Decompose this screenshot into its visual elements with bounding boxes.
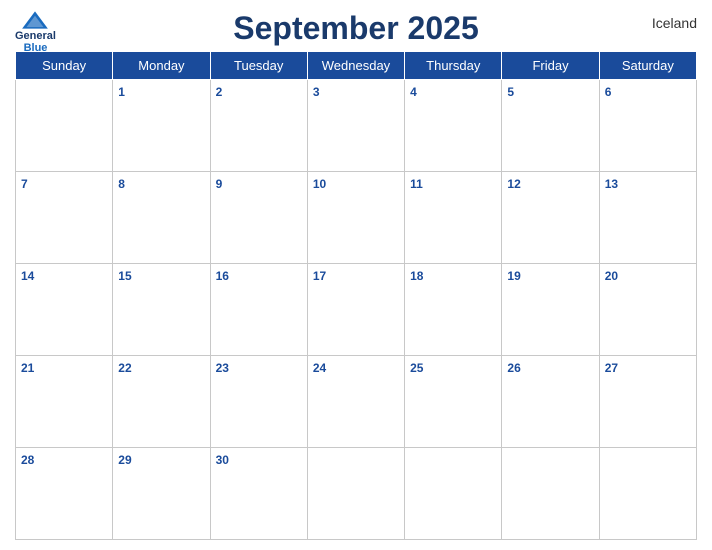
calendar-cell-w5-d4 xyxy=(405,448,502,540)
header-wednesday: Wednesday xyxy=(307,52,404,80)
calendar-cell-w5-d2: 30 xyxy=(210,448,307,540)
calendar-cell-w4-d4: 25 xyxy=(405,356,502,448)
calendar-cell-w2-d6: 13 xyxy=(599,172,696,264)
day-number-25: 25 xyxy=(410,361,423,375)
day-number-5: 5 xyxy=(507,85,514,99)
calendar-title: September 2025 xyxy=(233,10,478,47)
day-number-27: 27 xyxy=(605,361,618,375)
day-number-8: 8 xyxy=(118,177,125,191)
calendar-cell-w2-d2: 9 xyxy=(210,172,307,264)
day-number-14: 14 xyxy=(21,269,34,283)
calendar-cell-w3-d5: 19 xyxy=(502,264,599,356)
calendar-cell-w5-d5 xyxy=(502,448,599,540)
day-number-15: 15 xyxy=(118,269,131,283)
calendar-cell-w4-d3: 24 xyxy=(307,356,404,448)
calendar-cell-w1-d1: 1 xyxy=(113,80,210,172)
calendar-cell-w2-d4: 11 xyxy=(405,172,502,264)
logo-general-text: General xyxy=(15,30,56,42)
calendar-cell-w1-d2: 2 xyxy=(210,80,307,172)
calendar-cell-w3-d3: 17 xyxy=(307,264,404,356)
calendar-cell-w3-d2: 16 xyxy=(210,264,307,356)
day-number-28: 28 xyxy=(21,453,34,467)
day-number-17: 17 xyxy=(313,269,326,283)
day-number-11: 11 xyxy=(410,177,423,191)
header-friday: Friday xyxy=(502,52,599,80)
calendar-cell-w5-d3 xyxy=(307,448,404,540)
calendar-cell-w3-d1: 15 xyxy=(113,264,210,356)
week-row-2: 7 8 9 10 11 12 13 xyxy=(16,172,697,264)
header-thursday: Thursday xyxy=(405,52,502,80)
calendar-cell-w3-d4: 18 xyxy=(405,264,502,356)
calendar-cell-w1-d4: 4 xyxy=(405,80,502,172)
day-number-12: 12 xyxy=(507,177,520,191)
calendar-cell-w4-d0: 21 xyxy=(16,356,113,448)
calendar-cell-w4-d1: 22 xyxy=(113,356,210,448)
header-sunday: Sunday xyxy=(16,52,113,80)
day-number-3: 3 xyxy=(313,85,320,99)
day-number-13: 13 xyxy=(605,177,618,191)
day-number-7: 7 xyxy=(21,177,28,191)
day-number-21: 21 xyxy=(21,361,34,375)
week-row-5: 28 29 30 xyxy=(16,448,697,540)
header-saturday: Saturday xyxy=(599,52,696,80)
day-number-16: 16 xyxy=(216,269,229,283)
day-number-18: 18 xyxy=(410,269,423,283)
day-number-19: 19 xyxy=(507,269,520,283)
calendar-cell-w1-d5: 5 xyxy=(502,80,599,172)
header-monday: Monday xyxy=(113,52,210,80)
calendar-table: Sunday Monday Tuesday Wednesday Thursday… xyxy=(15,51,697,540)
day-number-24: 24 xyxy=(313,361,326,375)
calendar-cell-w4-d5: 26 xyxy=(502,356,599,448)
calendar-cell-w2-d5: 12 xyxy=(502,172,599,264)
header-tuesday: Tuesday xyxy=(210,52,307,80)
calendar-cell-w3-d0: 14 xyxy=(16,264,113,356)
calendar-cell-w5-d6 xyxy=(599,448,696,540)
day-number-4: 4 xyxy=(410,85,417,99)
day-number-30: 30 xyxy=(216,453,229,467)
week-row-1: 1 2 3 4 5 6 xyxy=(16,80,697,172)
calendar-cell-w1-d3: 3 xyxy=(307,80,404,172)
logo: General Blue xyxy=(15,10,56,54)
logo-blue-text: Blue xyxy=(24,42,48,54)
calendar-cell-w2-d3: 10 xyxy=(307,172,404,264)
calendar-cell-w2-d1: 8 xyxy=(113,172,210,264)
weekday-header-row: Sunday Monday Tuesday Wednesday Thursday… xyxy=(16,52,697,80)
day-number-20: 20 xyxy=(605,269,618,283)
calendar-cell-w3-d6: 20 xyxy=(599,264,696,356)
day-number-29: 29 xyxy=(118,453,131,467)
week-row-4: 21 22 23 24 25 26 27 xyxy=(16,356,697,448)
day-number-22: 22 xyxy=(118,361,131,375)
calendar-header: General Blue September 2025 Iceland xyxy=(15,10,697,47)
day-number-26: 26 xyxy=(507,361,520,375)
calendar-cell-w4-d2: 23 xyxy=(210,356,307,448)
calendar-cell-w5-d0: 28 xyxy=(16,448,113,540)
calendar-cell-w2-d0: 7 xyxy=(16,172,113,264)
week-row-3: 14 15 16 17 18 19 20 xyxy=(16,264,697,356)
day-number-23: 23 xyxy=(216,361,229,375)
calendar-cell-w1-d6: 6 xyxy=(599,80,696,172)
calendar-cell-w5-d1: 29 xyxy=(113,448,210,540)
calendar-cell-w1-d0 xyxy=(16,80,113,172)
calendar-body: 1234567891011121314151617181920212223242… xyxy=(16,80,697,540)
day-number-10: 10 xyxy=(313,177,326,191)
calendar-cell-w4-d6: 27 xyxy=(599,356,696,448)
day-number-6: 6 xyxy=(605,85,612,99)
day-number-1: 1 xyxy=(118,85,125,99)
logo-icon xyxy=(20,10,50,30)
day-number-9: 9 xyxy=(216,177,223,191)
country-label: Iceland xyxy=(652,15,697,31)
day-number-2: 2 xyxy=(216,85,223,99)
